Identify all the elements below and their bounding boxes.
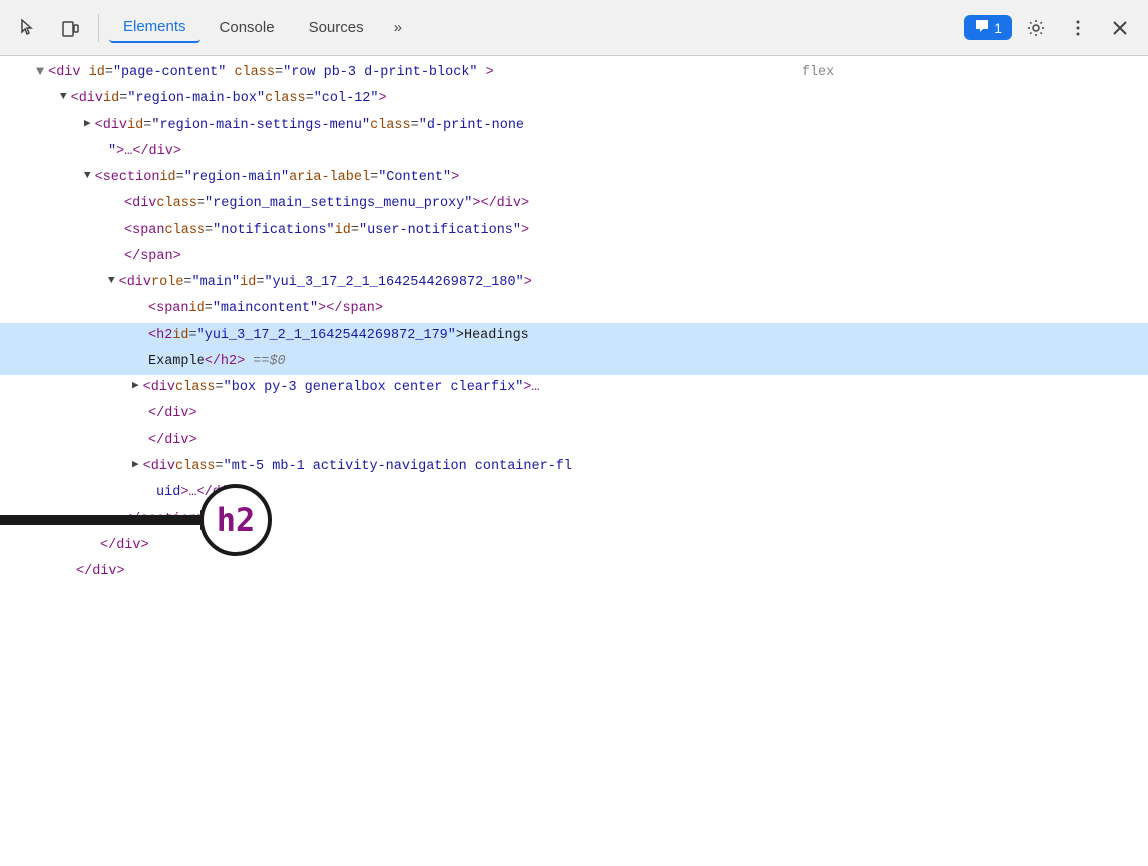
xml-line-div-close-2: </div> [0, 428, 1148, 454]
triangle-activity-nav[interactable] [132, 456, 139, 474]
tab-sources[interactable]: Sources [295, 13, 378, 42]
xml-line-span-close: </span> [0, 244, 1148, 270]
tab-elements[interactable]: Elements [109, 12, 200, 43]
xml-line-maincontent: <span id="maincontent" ></span> [0, 296, 1148, 322]
device-toggle-btn[interactable] [52, 10, 88, 46]
settings-btn[interactable] [1018, 10, 1054, 46]
xml-line-h2[interactable]: <h2 id="yui_3_17_2_1_1642544269872_179" … [0, 323, 1148, 349]
badge-icon [974, 18, 990, 37]
xml-line-section-region-main: <section id="region-main" aria-label="Co… [0, 165, 1148, 191]
more-tabs-btn[interactable]: » [384, 13, 412, 42]
badge-count: 1 [994, 20, 1002, 36]
triangle-section[interactable] [84, 167, 91, 185]
devtools-toolbar: Elements Console Sources » 1 [0, 0, 1148, 56]
xml-line-region-main-box: <div id="region-main-box" class="col-12"… [0, 86, 1148, 112]
xml-line-div-close-3: </div> [0, 533, 1148, 559]
triangle-box[interactable] [132, 377, 139, 395]
xml-line-region-settings-menu: <div id="region-main-settings-menu" clas… [0, 113, 1148, 139]
tab-console[interactable]: Console [206, 13, 289, 42]
xml-line-section-close: </section> [0, 507, 1148, 533]
triangle-region-main-box[interactable] [60, 88, 67, 106]
menu-btn[interactable] [1060, 10, 1096, 46]
xml-line-settings-close: ">…</div> [0, 139, 1148, 165]
xml-line-h2-cont: Example</h2> == $0 [0, 349, 1148, 375]
xml-line-div-main: <div role="main" id="yui_3_17_2_1_164254… [0, 270, 1148, 296]
toolbar-divider [98, 14, 99, 42]
xml-line-div-close-1: </div> [0, 401, 1148, 427]
triangle-region-settings[interactable] [84, 115, 91, 133]
xml-line-proxy: <div class="region_main_settings_menu_pr… [0, 191, 1148, 217]
notification-badge[interactable]: 1 [964, 15, 1012, 40]
cursor-icon-btn[interactable] [10, 10, 46, 46]
xml-line-top: ▼ <div id="page-content" class="row pb-3… [0, 60, 1148, 86]
xml-line-notifications: <span class="notifications" id="user-not… [0, 218, 1148, 244]
xml-line-box-div: <div class="box py-3 generalbox center c… [0, 375, 1148, 401]
xml-line-activity-nav: <div class="mt-5 mb-1 activity-navigatio… [0, 454, 1148, 480]
triangle-div-main[interactable] [108, 272, 115, 290]
close-btn[interactable] [1102, 10, 1138, 46]
xml-line-div-close-4: </div> [0, 559, 1148, 585]
elements-panel: ▼ <div id="page-content" class="row pb-3… [0, 56, 1148, 866]
xml-line-activity-nav-cont: uid>…</div> [0, 480, 1148, 506]
